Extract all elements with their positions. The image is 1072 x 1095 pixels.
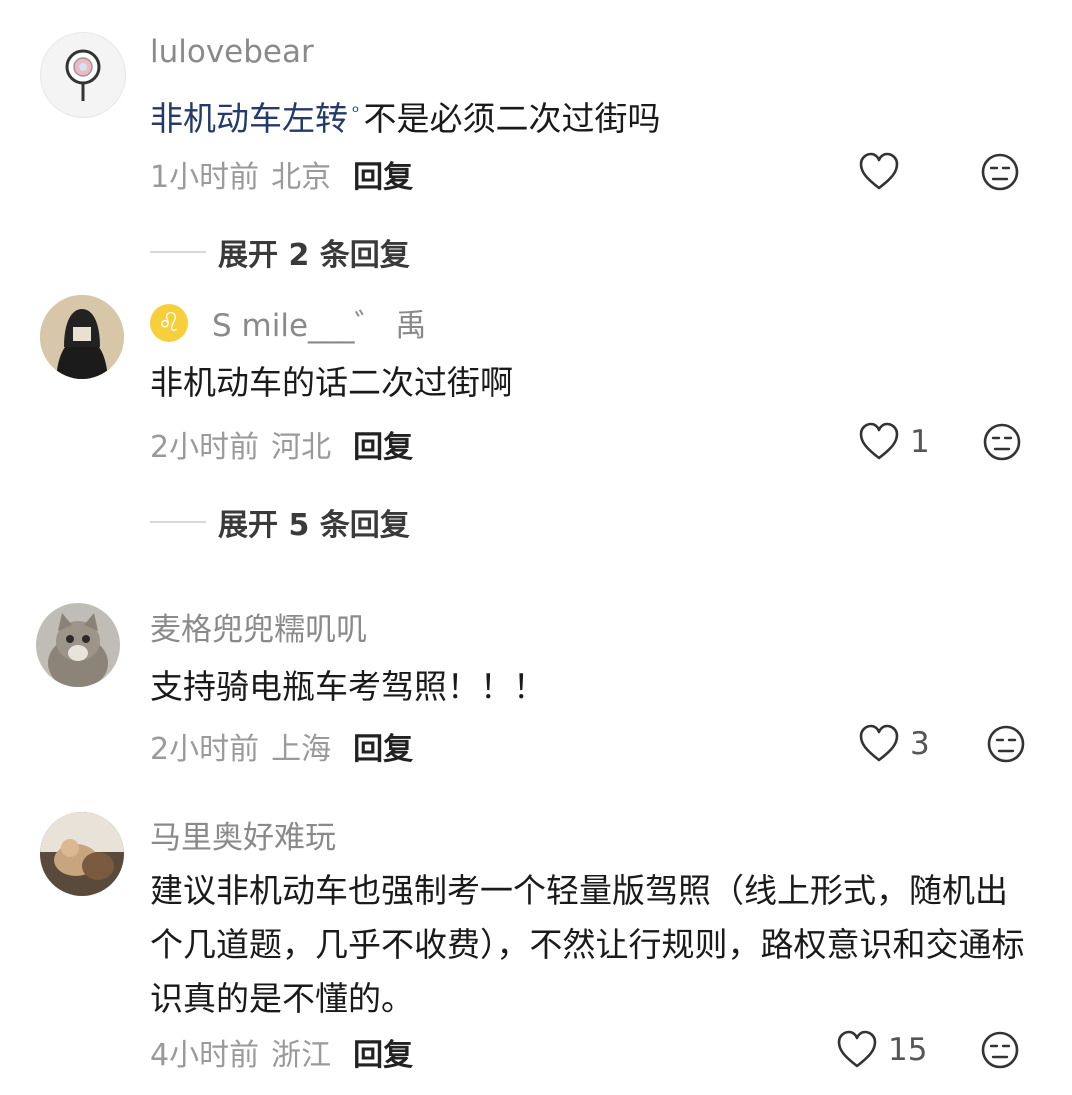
heart-icon: [859, 724, 899, 762]
unamused-face-icon: [987, 725, 1025, 763]
reply-button[interactable]: 回复: [353, 430, 413, 465]
heart-icon: [837, 1030, 877, 1068]
search-icon[interactable]: ᵒ: [352, 102, 359, 123]
comment-text: 非机动车左转 ᵒ 不是必须二次过街吗: [150, 99, 661, 138]
dislike-button[interactable]: [980, 152, 1020, 192]
dislike-button[interactable]: [980, 1030, 1020, 1070]
like-button[interactable]: 3: [858, 724, 930, 764]
avatar[interactable]: [36, 603, 120, 687]
comment-text: 建议非机动车也强制考一个轻量版驾照（线上形式，随机出个几道题，几乎不收费），不然…: [150, 871, 1025, 1018]
avatar[interactable]: [40, 32, 126, 118]
like-button[interactable]: 1: [858, 422, 930, 462]
divider: [150, 251, 206, 253]
expand-replies-button[interactable]: 展开 2 条回复: [150, 230, 410, 274]
reply-button[interactable]: 回复: [353, 1038, 413, 1073]
like-count: 1: [910, 424, 930, 460]
unamused-face-icon: [981, 153, 1019, 191]
dislike-button[interactable]: [982, 422, 1022, 462]
avatar[interactable]: [40, 295, 124, 379]
reply-button[interactable]: 回复: [353, 732, 413, 767]
heart-icon: [859, 422, 899, 460]
username[interactable]: lulovebear: [150, 34, 314, 70]
comment-text: 非机动车的话二次过街啊: [150, 363, 513, 402]
reply-button[interactable]: 回复: [353, 160, 413, 195]
like-button[interactable]: [858, 152, 910, 192]
location: 北京: [271, 160, 332, 195]
keyword-link[interactable]: 非机动车左转: [150, 99, 348, 138]
heart-icon: [859, 152, 899, 190]
like-button[interactable]: 15: [836, 1030, 927, 1070]
comment-meta: 4小时前 浙江 回复: [150, 1030, 413, 1074]
like-count: 3: [910, 726, 930, 762]
like-count: 15: [888, 1032, 928, 1068]
location: 浙江: [271, 1038, 332, 1073]
timestamp: 1小时前: [150, 160, 260, 195]
comment-meta: 2小时前 上海 回复: [150, 724, 413, 768]
divider: [150, 521, 206, 523]
unamused-face-icon: [981, 1031, 1019, 1069]
timestamp: 2小时前: [150, 430, 260, 465]
username[interactable]: 马里奥好难玩: [150, 812, 336, 857]
username[interactable]: 麦格兜兜糯叽叽: [150, 604, 367, 649]
avatar[interactable]: [40, 812, 124, 896]
comment-meta: 2小时前 河北 回复: [150, 422, 413, 466]
location: 上海: [271, 732, 332, 767]
username[interactable]: ♌ S mile___゛ 禹: [150, 300, 426, 345]
comment-meta: 1小时前 北京 回复: [150, 152, 413, 196]
location: 河北: [271, 430, 332, 465]
zodiac-badge-icon: ♌: [150, 303, 188, 342]
comment-text: 支持骑电瓶车考驾照！！！: [150, 667, 546, 706]
timestamp: 2小时前: [150, 732, 260, 767]
unamused-face-icon: [983, 423, 1021, 461]
expand-replies-button[interactable]: 展开 5 条回复: [150, 500, 410, 544]
timestamp: 4小时前: [150, 1038, 260, 1073]
dislike-button[interactable]: [986, 724, 1026, 764]
